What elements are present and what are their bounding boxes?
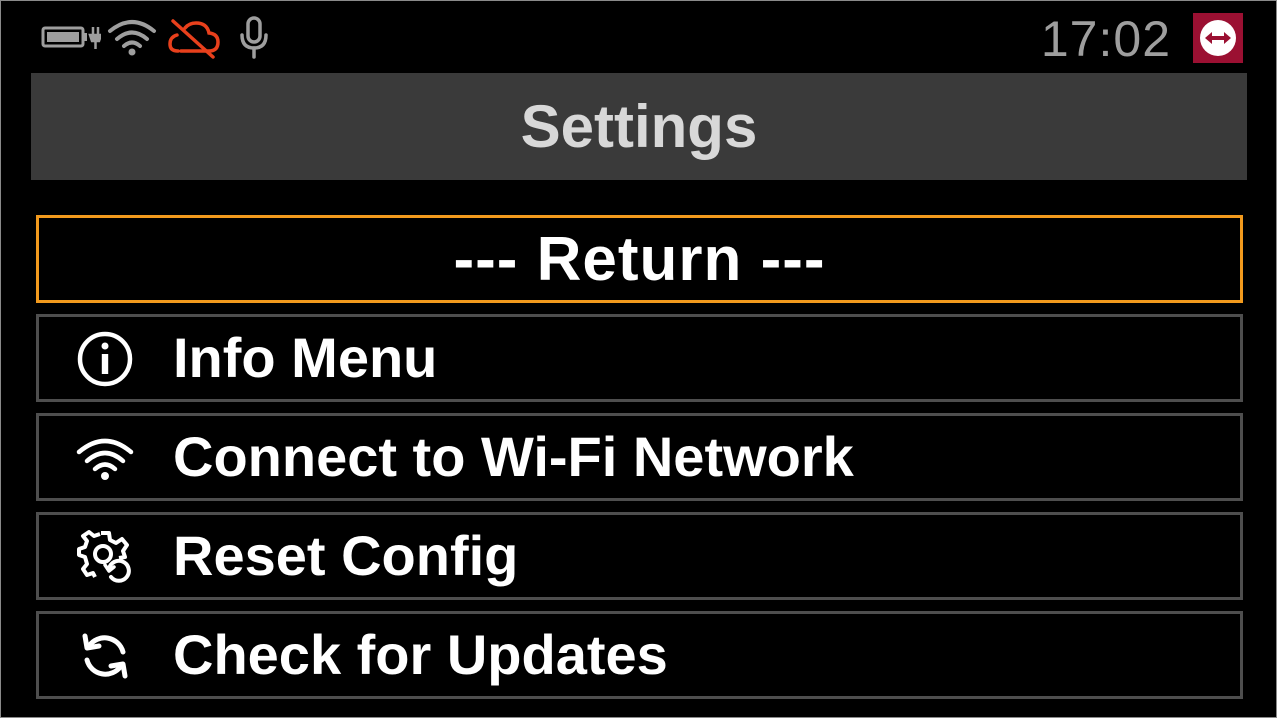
page-title: Settings [520, 93, 758, 160]
menu-item-return[interactable]: --- Return --- [36, 215, 1243, 303]
title-bar: Settings [31, 73, 1247, 180]
status-bar: 17:02 [1, 1, 1276, 71]
microphone-icon [240, 16, 268, 59]
menu-item-info[interactable]: Info Menu [36, 314, 1243, 402]
menu-item-label: Reset Config [173, 524, 519, 587]
menu-item-reset-config[interactable]: Reset Config [36, 512, 1243, 600]
cloud-off-icon [168, 19, 220, 59]
wifi-icon [76, 438, 134, 480]
device-screen: 17:02 Settings --- Return --- Info Menu [0, 0, 1277, 718]
menu-item-wifi[interactable]: Connect to Wi-Fi Network [36, 413, 1243, 501]
menu-item-label: --- Return --- [453, 224, 826, 294]
menu-item-label: Connect to Wi-Fi Network [173, 425, 854, 488]
status-clock: 17:02 [1040, 11, 1171, 67]
wifi-icon [108, 20, 156, 56]
battery-charging-icon [41, 26, 101, 49]
menu-item-label: Check for Updates [173, 623, 668, 686]
gear-reset-icon [77, 530, 131, 583]
menu-item-label: Info Menu [173, 326, 438, 389]
refresh-icon [82, 633, 128, 679]
teamviewer-logo-icon [1193, 13, 1243, 63]
info-icon [77, 331, 133, 387]
menu-item-check-updates[interactable]: Check for Updates [36, 611, 1243, 699]
